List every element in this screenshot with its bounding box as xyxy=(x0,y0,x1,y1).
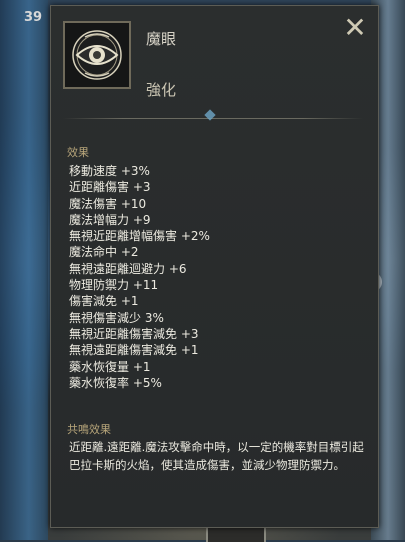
effect-item: 傷害減免 +1 xyxy=(69,294,139,309)
eye-icon xyxy=(72,30,122,80)
effect-item: 無視近距離增幅傷害 +2% xyxy=(69,229,210,244)
effect-item: 無視遠距離傷害減免 +1 xyxy=(69,343,199,358)
item-icon-frame xyxy=(63,21,131,89)
effects-label: 效果 xyxy=(67,146,89,159)
item-name: 魔眼 xyxy=(146,30,177,48)
effect-item: 無視近距離傷害減免 +3 xyxy=(69,326,199,341)
effects-list: 移動速度 +3% 近距離傷害 +3 魔法傷害 +10 魔法增幅力 +9 無視近距… xyxy=(69,163,210,391)
effect-item: 移動速度 +3% xyxy=(69,164,150,178)
resonance-description: 近距離.遠距離.魔法攻擊命中時，以一定的機率對目標引起巴拉卡斯的火焰，使其造成傷… xyxy=(69,440,364,472)
level-number: 39 xyxy=(24,10,43,25)
effect-item: 藥水恢復量 +1 xyxy=(69,359,151,374)
effect-item: 魔法增幅力 +9 xyxy=(69,212,151,227)
effect-item: 無視傷害減少 3% xyxy=(69,310,164,325)
effect-item: 近距離傷害 +3 xyxy=(69,180,151,195)
effect-item: 藥水恢復率 +5% xyxy=(69,375,162,390)
close-button[interactable]: ✕ xyxy=(341,14,369,42)
item-tooltip: 魔眼 強化 ✕ 效果 移動速度 +3% 近距離傷害 +3 魔法傷害 +10 魔法… xyxy=(50,5,379,528)
header-divider xyxy=(63,118,363,119)
background-left-panel xyxy=(0,0,48,540)
effect-item: 魔法命中 +2 xyxy=(69,245,139,260)
effect-item: 魔法傷害 +10 xyxy=(69,196,147,211)
item-type: 強化 xyxy=(146,81,177,99)
effect-item: 無視遠距離迴避力 +6 xyxy=(69,261,187,276)
close-icon: ✕ xyxy=(343,11,367,44)
effect-item: 物理防禦力 +11 xyxy=(69,278,159,293)
resonance-label: 共鳴效果 xyxy=(67,423,111,436)
